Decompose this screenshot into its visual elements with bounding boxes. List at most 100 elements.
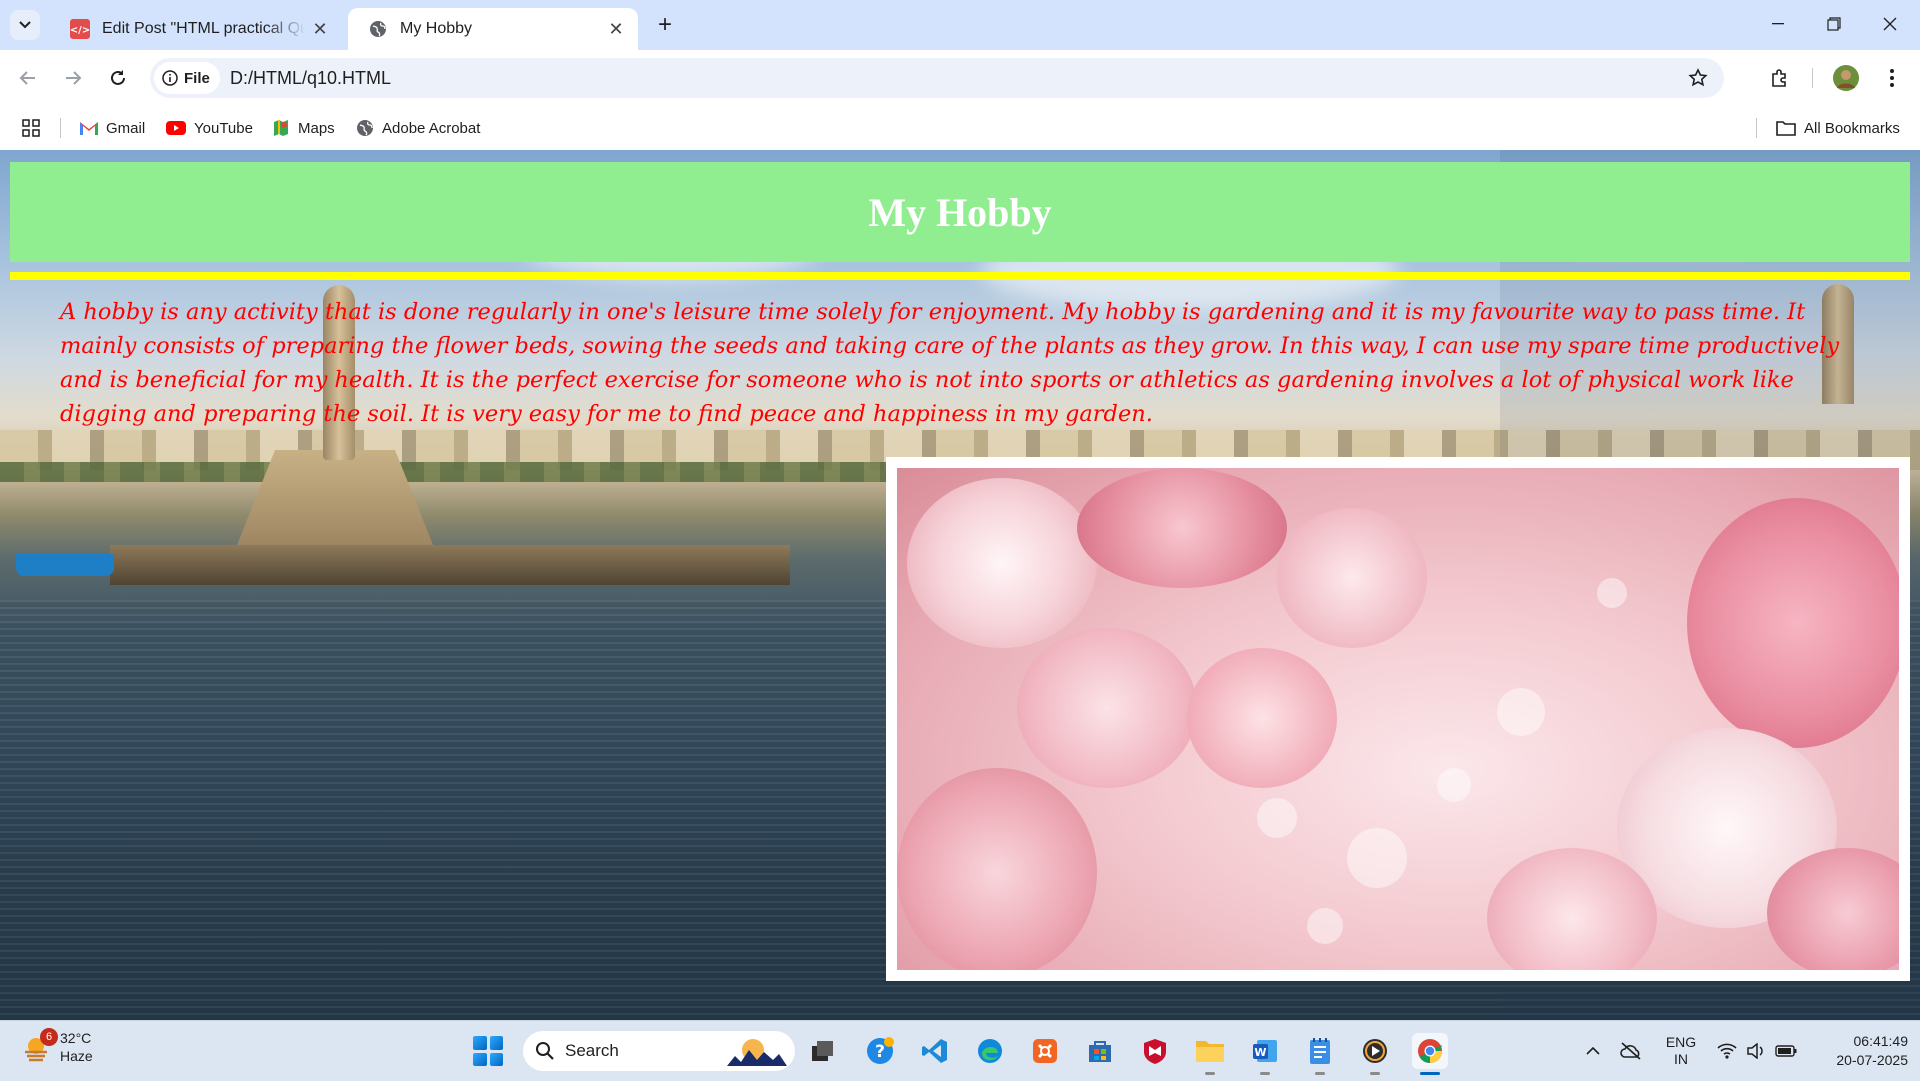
- bookmark-youtube[interactable]: YouTube: [166, 116, 253, 140]
- globe-icon: [357, 120, 373, 136]
- puzzle-icon: [1772, 69, 1786, 87]
- close-window-button[interactable]: [1862, 0, 1918, 48]
- code-favicon-icon: </>: [70, 19, 90, 39]
- bokeh-light: [1597, 578, 1627, 608]
- taskbar-search[interactable]: Search: [523, 1031, 795, 1071]
- chevron-up-icon: [1586, 1047, 1600, 1055]
- search-placeholder: Search: [565, 1041, 619, 1060]
- taskbar-app-store[interactable]: [1082, 1033, 1118, 1069]
- apps-grid-icon: [22, 119, 40, 137]
- taskbar-app-orange[interactable]: [1027, 1033, 1063, 1069]
- flower-shape: [1687, 498, 1899, 748]
- folder-icon: [1196, 1041, 1224, 1062]
- restore-button[interactable]: [1806, 0, 1862, 48]
- tab-strip: </> Edit Post "HTML practical Questions …: [0, 0, 1920, 50]
- vscode-icon: [922, 1039, 947, 1063]
- bookmark-label: YouTube: [194, 119, 253, 137]
- close-icon[interactable]: ✕: [602, 15, 630, 43]
- bokeh-light: [1347, 828, 1407, 888]
- apps-button[interactable]: [22, 116, 40, 140]
- app-tile-icon: [1033, 1039, 1057, 1063]
- language-indicator[interactable]: ENG IN: [1660, 1031, 1702, 1071]
- svg-text:</>: </>: [70, 25, 90, 36]
- hobby-paragraph: A hobby is any activity that is done reg…: [60, 299, 1840, 427]
- flower-shape: [1277, 508, 1427, 648]
- clock[interactable]: 06:41:49 20-07-2025: [1812, 1031, 1908, 1071]
- all-bookmarks-label: All Bookmarks: [1804, 119, 1900, 137]
- tab-my-hobby[interactable]: My Hobby ✕: [348, 8, 638, 50]
- extensions-button[interactable]: [1762, 60, 1798, 96]
- bookmark-maps[interactable]: Maps: [272, 116, 335, 140]
- bookmark-label: Adobe Acrobat: [382, 119, 481, 137]
- onedrive-status-button[interactable]: [1616, 1031, 1646, 1071]
- show-hidden-icons-button[interactable]: [1578, 1031, 1608, 1071]
- close-icon[interactable]: ✕: [306, 15, 334, 43]
- windows-logo-icon: [473, 1036, 487, 1050]
- tab-edit-post[interactable]: </> Edit Post "HTML practical Questions …: [50, 8, 342, 50]
- bokeh-light: [1497, 688, 1545, 736]
- avatar-icon: [1833, 65, 1859, 91]
- star-icon: [1688, 68, 1708, 87]
- taskbar-app-vscode[interactable]: [917, 1033, 953, 1069]
- weather-badge: 6: [40, 1028, 58, 1046]
- taskbar-app-mcafee[interactable]: [1137, 1033, 1173, 1069]
- task-view-button[interactable]: [805, 1033, 841, 1069]
- menu-button[interactable]: [1874, 60, 1910, 96]
- taskbar-app-edge[interactable]: [972, 1033, 1008, 1069]
- reload-button[interactable]: [100, 60, 136, 96]
- battery-icon: [1775, 1045, 1797, 1057]
- site-info-chip[interactable]: File: [154, 62, 220, 94]
- chrome-icon: [1418, 1039, 1442, 1063]
- info-icon: [162, 70, 178, 86]
- bookmark-adobe-acrobat[interactable]: Adobe Acrobat: [356, 116, 480, 140]
- taskbar-app-notepad[interactable]: [1302, 1033, 1338, 1075]
- taskbar-app-word[interactable]: W: [1247, 1033, 1283, 1075]
- taskbar-app-copilot[interactable]: ?: [862, 1033, 898, 1069]
- bookmarks-divider: [1756, 118, 1757, 138]
- taskbar-app-media-player[interactable]: [1357, 1033, 1393, 1075]
- quick-settings-button[interactable]: [1712, 1031, 1802, 1071]
- page-title: My Hobby: [868, 189, 1052, 235]
- yellow-divider: [10, 272, 1910, 280]
- search-highlight-icon: [727, 1039, 787, 1066]
- flowers-image-frame: [886, 457, 1910, 981]
- bokeh-light: [1307, 908, 1343, 944]
- close-icon: [1883, 17, 1897, 31]
- wifi-icon: [1717, 1043, 1737, 1059]
- taskbar-app-chrome[interactable]: [1412, 1033, 1448, 1075]
- flowers-image: [897, 468, 1899, 970]
- url-text[interactable]: D:/HTML/q10.HTML: [230, 68, 391, 89]
- bookmark-gmail[interactable]: Gmail: [80, 116, 145, 140]
- haze-weather-icon: 6: [22, 1028, 58, 1062]
- flower-shape: [1187, 648, 1337, 788]
- bookmark-star-button[interactable]: [1684, 64, 1712, 92]
- bookmarks-divider: [60, 118, 61, 138]
- restore-icon: [1827, 17, 1841, 31]
- bookmark-label: Gmail: [106, 119, 146, 137]
- arrow-left-icon: [19, 71, 35, 85]
- forward-button[interactable]: [55, 60, 91, 96]
- back-button[interactable]: [10, 60, 46, 96]
- youtube-icon: [166, 121, 186, 135]
- help-app-icon: ?: [867, 1037, 894, 1064]
- play-icon: [1363, 1039, 1387, 1063]
- minimize-button[interactable]: [1750, 0, 1806, 48]
- flower-shape: [897, 768, 1097, 970]
- page-header: My Hobby: [10, 162, 1910, 262]
- start-button[interactable]: [473, 1036, 503, 1066]
- arrow-right-icon: [66, 71, 82, 85]
- all-bookmarks-button[interactable]: All Bookmarks: [1776, 116, 1900, 140]
- weather-widget[interactable]: 6 32°C Haze: [22, 1028, 93, 1065]
- language-line2: IN: [1674, 1051, 1688, 1067]
- bookmark-label: Maps: [298, 119, 335, 137]
- gmail-icon: [80, 121, 98, 135]
- maps-icon: [274, 120, 288, 136]
- taskbar-app-file-explorer[interactable]: [1192, 1033, 1228, 1075]
- profile-avatar[interactable]: [1828, 60, 1864, 96]
- tab-search-button[interactable]: [10, 10, 40, 40]
- windows-taskbar: 6 32°C Haze Search ? W ENG IN 06:41:49 2…: [0, 1020, 1920, 1081]
- minimize-icon: [1772, 23, 1784, 25]
- new-tab-button[interactable]: +: [650, 10, 680, 40]
- flower-shape: [1017, 628, 1197, 788]
- address-bar[interactable]: File D:/HTML/q10.HTML: [150, 58, 1724, 98]
